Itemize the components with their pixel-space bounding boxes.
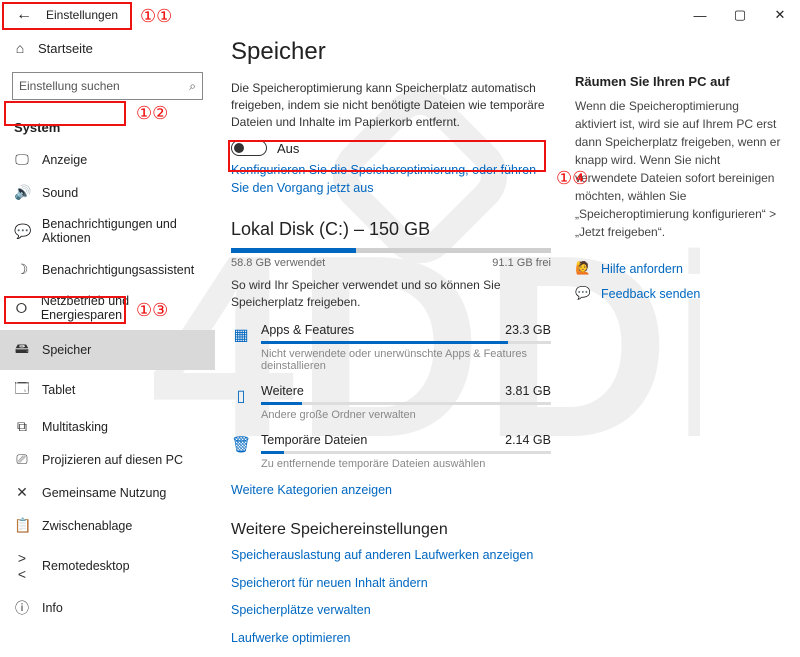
sound-icon: 🔊 (14, 184, 30, 201)
storage-category-name: Apps & Features (261, 323, 354, 337)
storage-category-size: 3.81 GB (505, 384, 551, 398)
sidebar-category: System (0, 114, 215, 143)
storage-sense-description: Die Speicheroptimierung kann Speicherpla… (231, 80, 551, 130)
show-more-categories-link[interactable]: Weitere Kategorien anzeigen (231, 482, 551, 500)
window-title: Einstellungen (40, 8, 118, 22)
sidebar-item-label: Netzbetrieb und Energiesparen (41, 294, 201, 322)
power-icon: 🞆 (14, 300, 29, 317)
sidebar-item-label: Gemeinsame Nutzung (42, 486, 166, 500)
temp-icon: 🗑 (231, 433, 251, 470)
aside-body: Wenn die Speicheroptimierung aktiviert i… (575, 97, 782, 241)
other-icon: ▯ (231, 384, 251, 421)
project-icon: ⎚ (14, 451, 30, 468)
storage-category-name: Weitere (261, 384, 304, 398)
sidebar-item-info[interactable]: ⓘ Info (0, 590, 215, 626)
sidebar-item-remotedesktop[interactable]: >< Remotedesktop (0, 542, 215, 590)
titlebar: ← Einstellungen — ▢ ✕ (0, 0, 800, 30)
storage-category-size: 2.14 GB (505, 433, 551, 447)
back-icon[interactable]: ← (8, 6, 40, 24)
sidebar-item-label: Anzeige (42, 153, 87, 167)
sidebar: ⌂ Startseite Einstellung suchen ⌕ System… (0, 30, 215, 657)
remote-icon: >< (14, 550, 30, 582)
more-settings-link[interactable]: Speicherplätze verwalten (231, 602, 551, 620)
info-icon: ⓘ (14, 598, 30, 618)
home-link[interactable]: ⌂ Startseite (0, 34, 215, 62)
storage-category-bar (261, 451, 551, 454)
storage-category-sub: Nicht verwendete oder unerwünschte Apps … (261, 348, 551, 372)
focus-assist-icon: ☽ (14, 261, 30, 278)
disk-usage-bar (231, 248, 551, 253)
more-settings-link[interactable]: Speicherort für neuen Inhalt ändern (231, 575, 551, 593)
more-settings-title: Weitere Speichereinstellungen (231, 521, 551, 539)
disk-used-label: 58.8 GB verwendet (231, 257, 325, 269)
sidebar-item-label: Projizieren auf diesen PC (42, 453, 183, 467)
sidebar-item-gemeinsame-nutzung[interactable]: ✕ Gemeinsame Nutzung (0, 476, 215, 509)
storage-category-sub: Zu entfernende temporäre Dateien auswähl… (261, 458, 551, 470)
clipboard-icon: 📋 (14, 517, 30, 534)
storage-category-name: Temporäre Dateien (261, 433, 367, 447)
sidebar-item-netzbetrieb-und-energiesparen[interactable]: 🞆 Netzbetrieb und Energiesparen (0, 286, 215, 330)
close-button[interactable]: ✕ (760, 0, 800, 30)
sidebar-item-label: Info (42, 601, 63, 615)
sidebar-item-benachrichtigungen-und-aktionen[interactable]: 💬 Benachrichtigungen und Aktionen (0, 209, 215, 253)
apps-icon: ▦ (231, 323, 251, 372)
window-controls: — ▢ ✕ (680, 0, 800, 30)
disk-subtext: So wird Ihr Speicher verwendet und so kö… (231, 277, 551, 311)
sidebar-item-label: Tablet (42, 383, 75, 397)
help-icon: 🙋 (575, 261, 591, 276)
disk-free-label: 91.1 GB frei (492, 257, 551, 269)
sidebar-item-multitasking[interactable]: ⧉ Multitasking (0, 410, 215, 443)
sidebar-item-label: Multitasking (42, 420, 108, 434)
sidebar-item-label: Remotedesktop (42, 559, 130, 573)
sidebar-item-benachrichtigungsassistent[interactable]: ☽ Benachrichtigungsassistent (0, 253, 215, 286)
feedback-link[interactable]: 💬 Feedback senden (575, 286, 782, 301)
more-settings-link[interactable]: Laufwerke optimieren (231, 630, 551, 648)
shared-icon: ✕ (14, 484, 30, 501)
storage-category-bar (261, 341, 551, 344)
sidebar-item-label: Speicher (42, 343, 91, 357)
maximize-button[interactable]: ▢ (720, 0, 760, 30)
disk-title: Lokal Disk (C:) – 150 GB (231, 219, 551, 240)
search-placeholder: Einstellung suchen (19, 79, 120, 93)
search-icon: ⌕ (189, 79, 196, 94)
feedback-label: Feedback senden (601, 287, 700, 301)
sidebar-item-label: Zwischenablage (42, 519, 132, 533)
storage-category-bar (261, 402, 551, 405)
sidebar-item-anzeige[interactable]: 🖵 Anzeige (0, 143, 215, 176)
display-icon: 🖵 (14, 151, 30, 168)
sidebar-item-tablet[interactable]: 🗔 Tablet (0, 370, 215, 410)
storage-category-sub: Andere große Ordner verwalten (261, 409, 551, 421)
sidebar-item-label: Sound (42, 186, 78, 200)
notifications-icon: 💬 (14, 223, 30, 240)
main-column: Speicher Die Speicheroptimierung kann Sp… (231, 30, 551, 657)
sidebar-item-projizieren-auf-diesen-pc[interactable]: ⎚ Projizieren auf diesen PC (0, 443, 215, 476)
toggle-state-label: Aus (277, 141, 299, 156)
sidebar-item-sound[interactable]: 🔊 Sound (0, 176, 215, 209)
aside-column: Räumen Sie Ihren PC auf Wenn die Speiche… (575, 30, 790, 657)
help-label: Hilfe anfordern (601, 262, 683, 276)
more-settings-link[interactable]: Speicherauslastung auf anderen Laufwerke… (231, 547, 551, 565)
help-link[interactable]: 🙋 Hilfe anfordern (575, 261, 782, 276)
sidebar-item-speicher[interactable]: 🖴 Speicher (0, 330, 215, 370)
sidebar-item-zwischenablage[interactable]: 📋 Zwischenablage (0, 509, 215, 542)
minimize-button[interactable]: — (680, 0, 720, 30)
home-label: Startseite (38, 41, 93, 56)
storage-sense-toggle[interactable] (231, 140, 267, 156)
aside-title: Räumen Sie Ihren PC auf (575, 74, 782, 89)
page-title: Speicher (231, 38, 551, 66)
configure-storage-sense-link[interactable]: Konfigurieren Sie die Speicheroptimierun… (231, 162, 551, 197)
sidebar-item-label: Benachrichtigungen und Aktionen (42, 217, 201, 245)
storage-category[interactable]: 🗑 Temporäre Dateien 2.14 GB Zu entfernende … (231, 433, 551, 470)
sidebar-item-label: Benachrichtigungsassistent (42, 263, 194, 277)
search-input[interactable]: Einstellung suchen ⌕ (12, 72, 203, 100)
storage-category-size: 23.3 GB (505, 323, 551, 337)
storage-category[interactable]: ▯ Weitere 3.81 GB Andere große Ordner verwa… (231, 384, 551, 421)
home-icon: ⌂ (12, 40, 28, 56)
tablet-icon: 🗔 (14, 378, 30, 402)
feedback-icon: 💬 (575, 286, 591, 301)
storage-category[interactable]: ▦ Apps & Features 23.3 GB Nicht verwendete … (231, 323, 551, 372)
storage-icon: 🖴 (14, 338, 30, 362)
multitasking-icon: ⧉ (14, 418, 30, 435)
